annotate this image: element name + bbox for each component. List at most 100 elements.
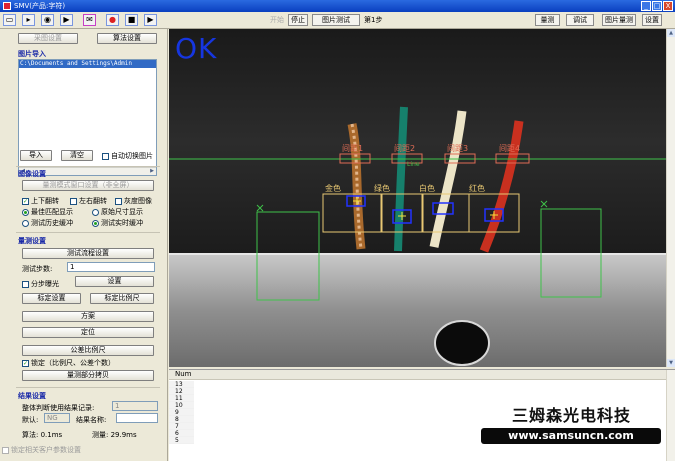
log-row[interactable]: 7: [169, 423, 194, 430]
step-exposure-checkbox[interactable]: 分步曝光: [22, 279, 59, 289]
capture-settings-button[interactable]: 采图设置: [18, 33, 78, 44]
play-icon[interactable]: ▶: [60, 14, 73, 26]
stop-icon[interactable]: ■: [125, 14, 138, 26]
plate-hole: [434, 320, 490, 366]
image-vertical-scrollbar[interactable]: ▲ ▼: [666, 29, 675, 367]
start-button[interactable]: 开始: [268, 14, 286, 26]
log-row[interactable]: 5: [169, 437, 194, 444]
default-select[interactable]: NG: [44, 413, 70, 423]
image-test-button[interactable]: 图片测试: [312, 14, 360, 26]
divider: [16, 387, 160, 388]
gallery-icon[interactable]: ✉: [83, 14, 96, 26]
log-row[interactable]: 9: [169, 409, 194, 416]
calibrate-settings-button[interactable]: 标定设置: [22, 293, 81, 304]
video-icon[interactable]: ◉: [41, 14, 54, 26]
history-buffer-label: 测试历史缓冲: [31, 219, 73, 227]
log-row[interactable]: 6: [169, 430, 194, 437]
flip-vertical-checkbox[interactable]: ✓ 上下翻转: [22, 196, 59, 206]
maximize-button[interactable]: □: [652, 1, 662, 11]
watermark-url: www.samsuncn.com: [481, 428, 661, 444]
clear-button[interactable]: 清空: [61, 150, 93, 161]
record-icon[interactable]: ●: [106, 14, 119, 26]
tab-measure[interactable]: 量测: [535, 14, 560, 26]
checkbox-box[interactable]: [70, 197, 77, 205]
window-title: SMV(产品:字符): [14, 2, 66, 10]
original-size-radio[interactable]: 原始尺寸显示: [92, 207, 143, 217]
scheme-button[interactable]: 方案: [22, 311, 154, 322]
lock-checkbox[interactable]: ✓ 锁定（比例尺、公差个数）: [22, 358, 115, 368]
checkbox-box[interactable]: [115, 197, 122, 205]
line-label: Line: [407, 161, 420, 168]
checkbox-box[interactable]: ✓: [22, 359, 29, 367]
open-folder-icon[interactable]: ▸: [22, 14, 35, 26]
tab-settings[interactable]: 设置: [642, 14, 662, 26]
minimize-button[interactable]: _: [641, 1, 651, 11]
calibrate-scale-button[interactable]: 标定比例尺: [90, 293, 154, 304]
algorithm-time: 算法: 0.1ms: [22, 431, 63, 439]
window-settings-button[interactable]: 量测模式窗口设置（非全屏）: [22, 180, 154, 191]
watermark-company: 三姆森光电科技: [512, 406, 632, 425]
result-name-label: 结果名称:: [76, 416, 107, 424]
scroll-right-icon[interactable]: ▶: [148, 168, 156, 175]
history-buffer-radio[interactable]: 测试历史缓冲: [22, 218, 73, 228]
checkbox-box[interactable]: [2, 446, 9, 454]
grayscale-checkbox[interactable]: 灰度图像: [115, 196, 152, 206]
radio-dot[interactable]: [22, 219, 29, 227]
image-settings-heading: 图像设置: [18, 170, 46, 178]
scroll-up-icon[interactable]: ▲: [667, 29, 675, 37]
tolerance-scale-button[interactable]: 公差比例尺: [22, 345, 154, 356]
list-item[interactable]: C:\Documents and Settings\Admin: [19, 60, 156, 68]
image-view[interactable]: OK 间距1 间距2 间距3 间距4 Line 金色 绿色 白色 红色: [169, 29, 666, 367]
original-size-label: 原始尺寸显示: [101, 208, 143, 216]
radio-dot[interactable]: [92, 208, 99, 216]
checkbox-box[interactable]: [22, 280, 29, 288]
copy-part-button[interactable]: 量测部分拷贝: [22, 370, 154, 381]
log-vertical-scrollbar[interactable]: [666, 370, 675, 461]
scroll-down-icon[interactable]: ▼: [667, 359, 675, 367]
best-fit-radio[interactable]: 最佳匹配显示: [22, 207, 73, 217]
roi-label: 间距3: [447, 144, 469, 153]
measure-time: 测量: 29.9ms: [92, 431, 137, 439]
flip-horizontal-checkbox[interactable]: 左右翻转: [70, 196, 107, 206]
auto-switch-label: 自动切换图片: [111, 152, 153, 160]
color-label: 白色: [419, 184, 435, 193]
checkbox-box[interactable]: ✓: [22, 197, 29, 205]
step-exposure-label: 分步曝光: [31, 280, 59, 288]
judge-input[interactable]: 1: [112, 401, 158, 411]
measure-settings-heading: 量测设置: [18, 237, 46, 245]
locate-button[interactable]: 定位: [22, 327, 154, 338]
best-fit-label: 最佳匹配显示: [31, 208, 73, 216]
radio-dot[interactable]: [92, 219, 99, 227]
left-panel: 采图设置 算法设置 图片导入 C:\Documents and Settings…: [0, 29, 168, 461]
set-button[interactable]: 设置: [75, 276, 154, 287]
log-row[interactable]: 8: [169, 416, 194, 423]
import-button[interactable]: 导入: [20, 150, 52, 161]
result-name-input[interactable]: [116, 413, 158, 423]
metal-plate: [169, 254, 666, 367]
radio-dot[interactable]: [22, 208, 29, 216]
tab-debug[interactable]: 调试: [566, 14, 594, 26]
flow-settings-button[interactable]: 测试流程设置: [22, 248, 154, 259]
log-row[interactable]: 10: [169, 402, 194, 409]
result-settings-heading: 结果设置: [18, 392, 46, 400]
tab-image-measure[interactable]: 图片量测: [602, 14, 636, 26]
app-icon: [3, 2, 11, 10]
close-button[interactable]: X: [663, 1, 673, 11]
auto-switch-checkbox[interactable]: 自动切换图片: [102, 151, 153, 161]
camera-icon[interactable]: ▭: [3, 14, 16, 26]
step-count-input[interactable]: 1: [67, 262, 155, 272]
grayscale-label: 灰度图像: [124, 197, 152, 205]
log-row[interactable]: 13: [169, 381, 194, 388]
realtime-buffer-label: 测试实时缓冲: [101, 219, 143, 227]
stop-button[interactable]: 停止: [288, 14, 308, 26]
log-column-header[interactable]: Num: [169, 370, 675, 380]
log-row[interactable]: 12: [169, 388, 194, 395]
algorithm-settings-button[interactable]: 算法设置: [97, 33, 157, 44]
realtime-buffer-radio[interactable]: 测试实时缓冲: [92, 218, 143, 228]
roi-label: 间距4: [499, 144, 521, 153]
log-row[interactable]: 11: [169, 395, 194, 402]
next-icon[interactable]: ▶: [144, 14, 157, 26]
lock-customer-checkbox[interactable]: 锁定相关客户参数设置: [2, 445, 81, 455]
checkbox-box[interactable]: [102, 152, 109, 160]
title-bar: SMV(产品:字符) _ □ X: [0, 0, 675, 12]
